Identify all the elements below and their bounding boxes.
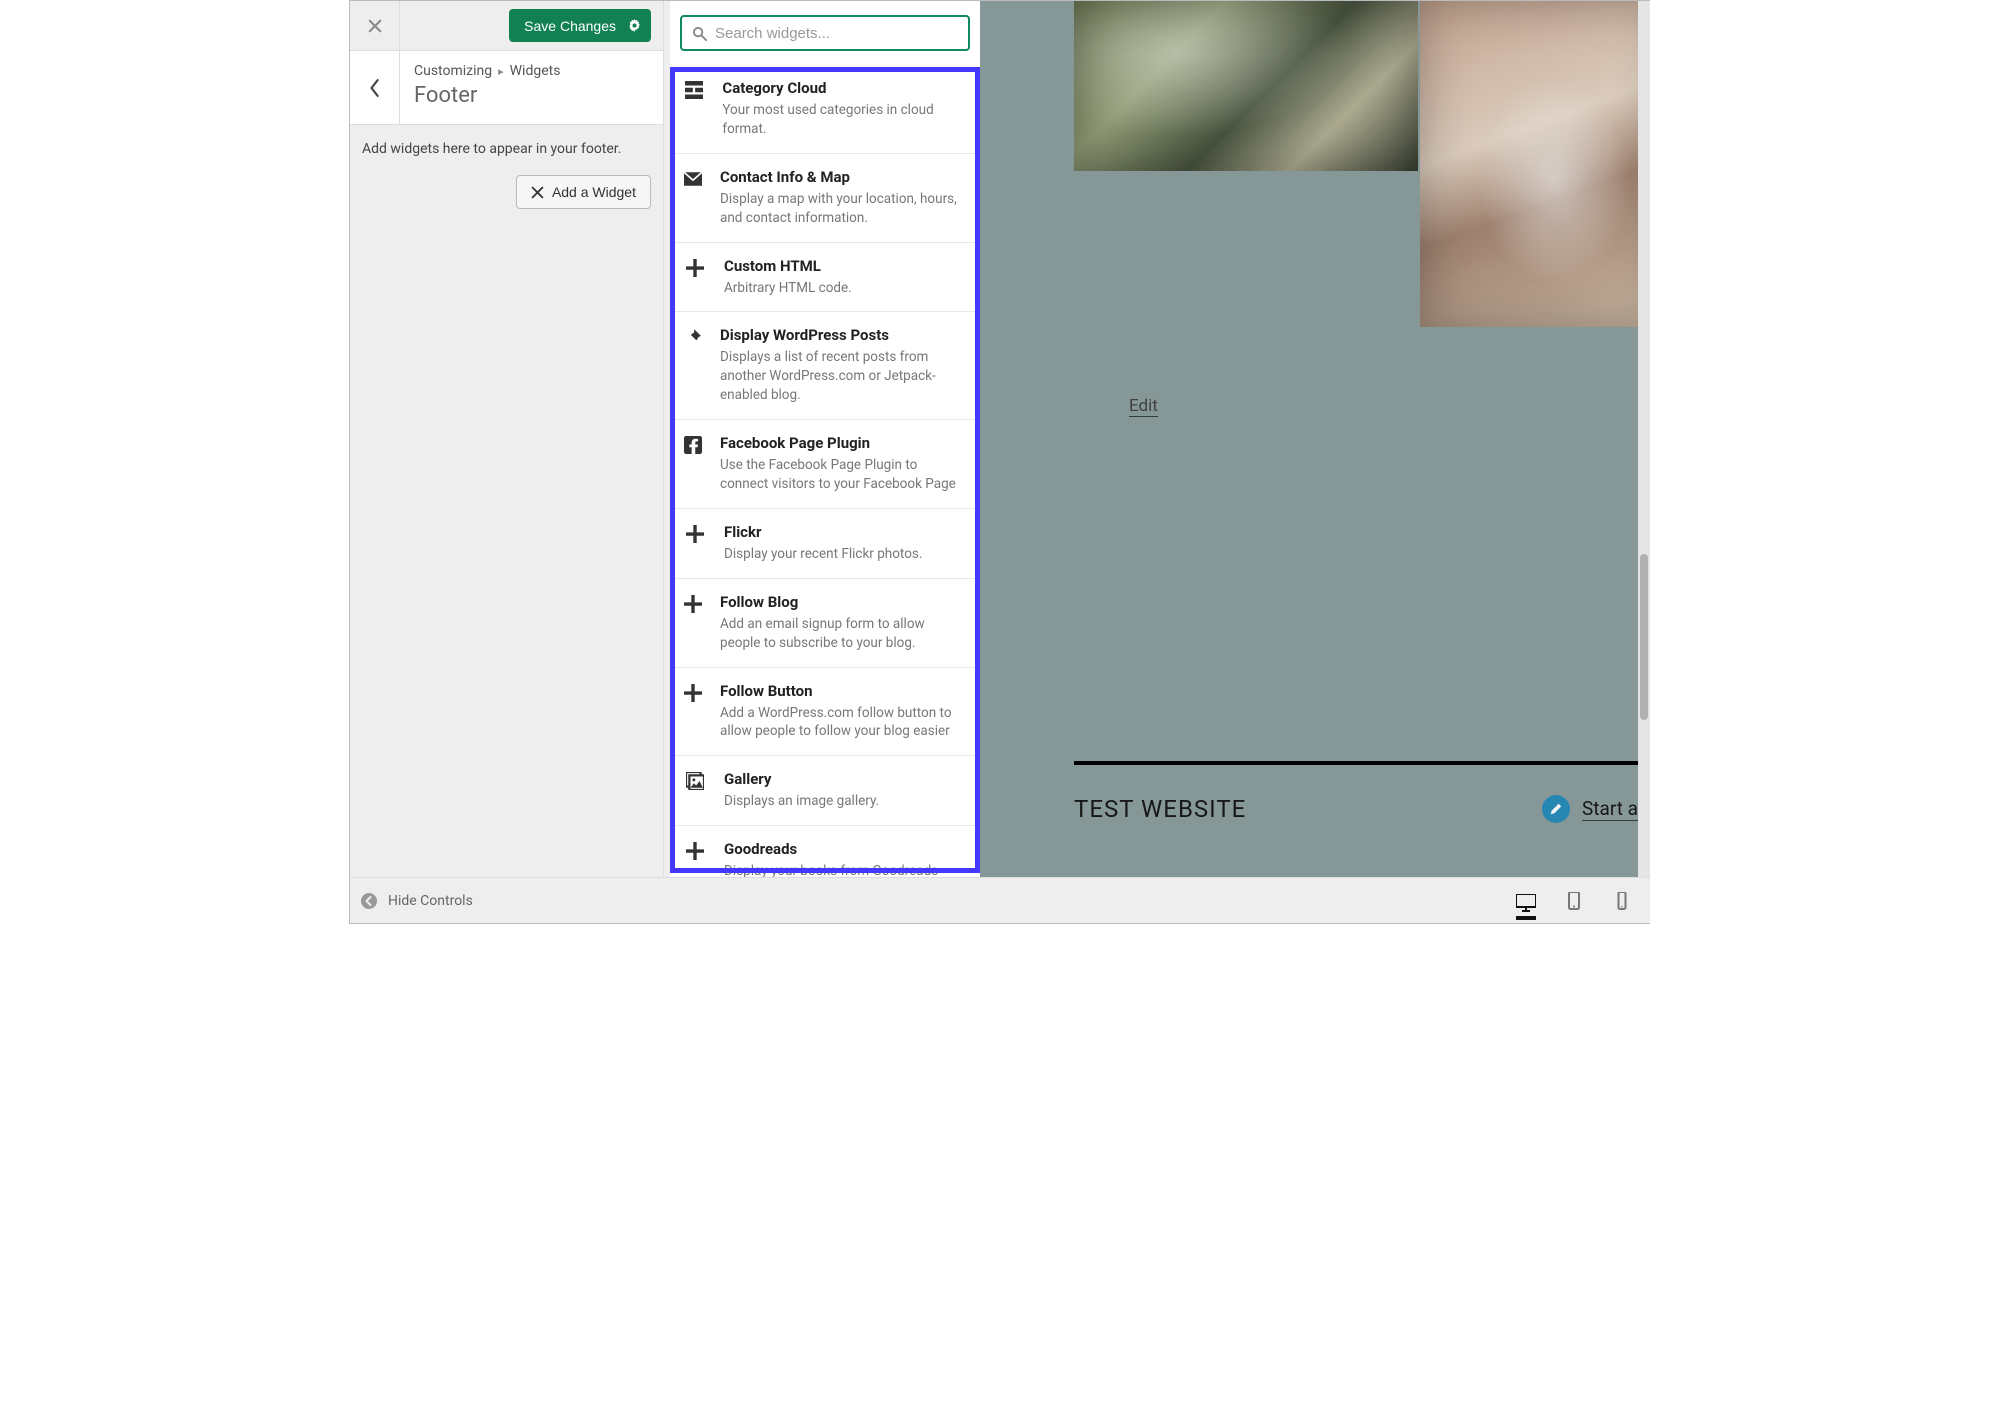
section-description: Add widgets here to appear in your foote… <box>362 141 651 157</box>
widget-item-text: Follow Blog Add an email signup form to a… <box>720 593 962 653</box>
preview-dim-overlay <box>980 1 1650 923</box>
widget-item-title: Display WordPress Posts <box>720 326 962 344</box>
page-title: Footer <box>414 83 649 108</box>
plus-icon <box>684 840 706 881</box>
widget-item[interactable]: Contact Info & Map Display a map with you… <box>670 154 980 243</box>
widget-item[interactable]: Facebook Page Plugin Use the Facebook Pag… <box>670 420 980 509</box>
hide-controls-label: Hide Controls <box>388 893 473 909</box>
plus-icon <box>684 593 702 653</box>
tablet-icon <box>1564 892 1584 910</box>
device-phone[interactable] <box>1612 892 1632 910</box>
widget-list[interactable]: Category Cloud Your most used categories … <box>670 65 980 923</box>
header-texts: Customizing ▸ Widgets Footer <box>400 51 663 122</box>
topbar: Save Changes <box>350 1 663 51</box>
widget-item-text: Display WordPress Posts Displays a list o… <box>720 326 962 405</box>
widget-item-desc: Display your recent Flickr photos. <box>724 545 922 564</box>
widget-item-title: Contact Info & Map <box>720 168 962 186</box>
search-wrap <box>670 1 980 65</box>
chevron-left-icon <box>368 77 382 99</box>
search-icon <box>692 26 707 41</box>
device-tabs <box>1516 892 1640 910</box>
breadcrumb-root: Customizing <box>414 63 492 79</box>
widget-item-desc: Add an email signup form to allow people… <box>720 615 962 653</box>
widget-item-desc: Your most used categories in cloud forma… <box>722 101 962 139</box>
gallery-icon <box>684 770 706 811</box>
section-body: Add widgets here to appear in your foote… <box>350 125 663 225</box>
back-button[interactable] <box>350 51 400 124</box>
pin-icon <box>684 326 702 405</box>
plus-icon <box>684 682 702 742</box>
save-button-label: Save Changes <box>524 18 616 34</box>
device-desktop[interactable] <box>1516 894 1536 920</box>
customizer-sidebar: Save Changes Customizing ▸ Widgets Foote… <box>350 1 664 923</box>
hide-controls-button[interactable]: Hide Controls <box>360 892 473 910</box>
widget-item-title: Goodreads <box>724 840 938 858</box>
save-button[interactable]: Save Changes <box>509 9 651 42</box>
widget-item-text: Flickr Display your recent Flickr photos. <box>724 523 922 564</box>
plus-icon <box>684 523 706 564</box>
desktop-icon <box>1516 894 1536 912</box>
widget-item-title: Flickr <box>724 523 922 541</box>
collapse-icon <box>360 892 378 910</box>
widget-item-title: Gallery <box>724 770 879 788</box>
close-icon <box>368 19 382 33</box>
widget-item[interactable]: Custom HTML Arbitrary HTML code. <box>670 243 980 313</box>
search-box[interactable] <box>680 15 970 51</box>
device-tablet[interactable] <box>1564 892 1584 910</box>
widget-item-title: Follow Button <box>720 682 962 700</box>
widget-item-text: GoodreadsDisplay your books from Goodrea… <box>724 840 938 881</box>
widget-item-text: Facebook Page Plugin Use the Facebook Pag… <box>720 434 962 494</box>
widget-item-text: Gallery Displays an image gallery. <box>724 770 879 811</box>
widget-item-text: Custom HTML Arbitrary HTML code. <box>724 257 852 298</box>
widget-item-text: Contact Info & Map Display a map with you… <box>720 168 962 228</box>
widget-item[interactable]: Flickr Display your recent Flickr photos. <box>670 509 980 579</box>
widget-item[interactable]: Follow Blog Add an email signup form to a… <box>670 579 980 668</box>
widget-item-title: Follow Blog <box>720 593 962 611</box>
widget-item[interactable]: Gallery Displays an image gallery. <box>670 756 980 826</box>
facebook-icon <box>684 434 702 494</box>
widget-item-text: Follow Button Add a WordPress.com follow … <box>720 682 962 742</box>
widget-item[interactable]: Follow Button Add a WordPress.com follow … <box>670 668 980 757</box>
widget-item-text: Category Cloud Your most used categories … <box>722 79 962 139</box>
widget-item-title: Facebook Page Plugin <box>720 434 962 452</box>
widget-item-desc: Arbitrary HTML code. <box>724 279 852 298</box>
widget-item[interactable]: Category Cloud Your most used categories … <box>670 65 980 154</box>
widget-item[interactable]: Display WordPress Posts Displays a list o… <box>670 312 980 420</box>
preview-pane: Edit TEST WEBSITE Start a <box>980 1 1650 923</box>
widget-picker-panel: Category Cloud Your most used categories … <box>670 1 980 923</box>
section-header: Customizing ▸ Widgets Footer <box>350 51 663 125</box>
add-widget-button[interactable]: Add a Widget <box>516 175 651 209</box>
widget-item-desc: Add a WordPress.com follow button to all… <box>720 704 962 742</box>
widget-item-desc: Use the Facebook Page Plugin to connect … <box>720 456 962 494</box>
search-input[interactable] <box>715 25 958 42</box>
close-icon <box>531 186 544 199</box>
close-button[interactable] <box>350 1 400 50</box>
widget-item-desc: Displays an image gallery. <box>724 792 879 811</box>
plus-icon <box>684 257 706 298</box>
breadcrumb-separator-icon: ▸ <box>498 65 504 78</box>
widget-item-desc: Display a map with your location, hours,… <box>720 190 962 228</box>
gear-icon <box>628 19 641 32</box>
phone-icon <box>1612 892 1632 910</box>
topbar-actions: Save Changes <box>400 1 663 50</box>
widget-item-desc: Displays a list of recent posts from ano… <box>720 348 962 405</box>
breadcrumb-leaf: Widgets <box>510 63 561 79</box>
mail-icon <box>684 168 702 228</box>
grid-icon <box>684 79 704 139</box>
bottombar: Hide Controls <box>350 877 1650 923</box>
breadcrumb: Customizing ▸ Widgets <box>414 63 649 79</box>
widget-item-title: Category Cloud <box>722 79 962 97</box>
add-widget-label: Add a Widget <box>552 184 636 200</box>
widget-item-title: Custom HTML <box>724 257 852 275</box>
